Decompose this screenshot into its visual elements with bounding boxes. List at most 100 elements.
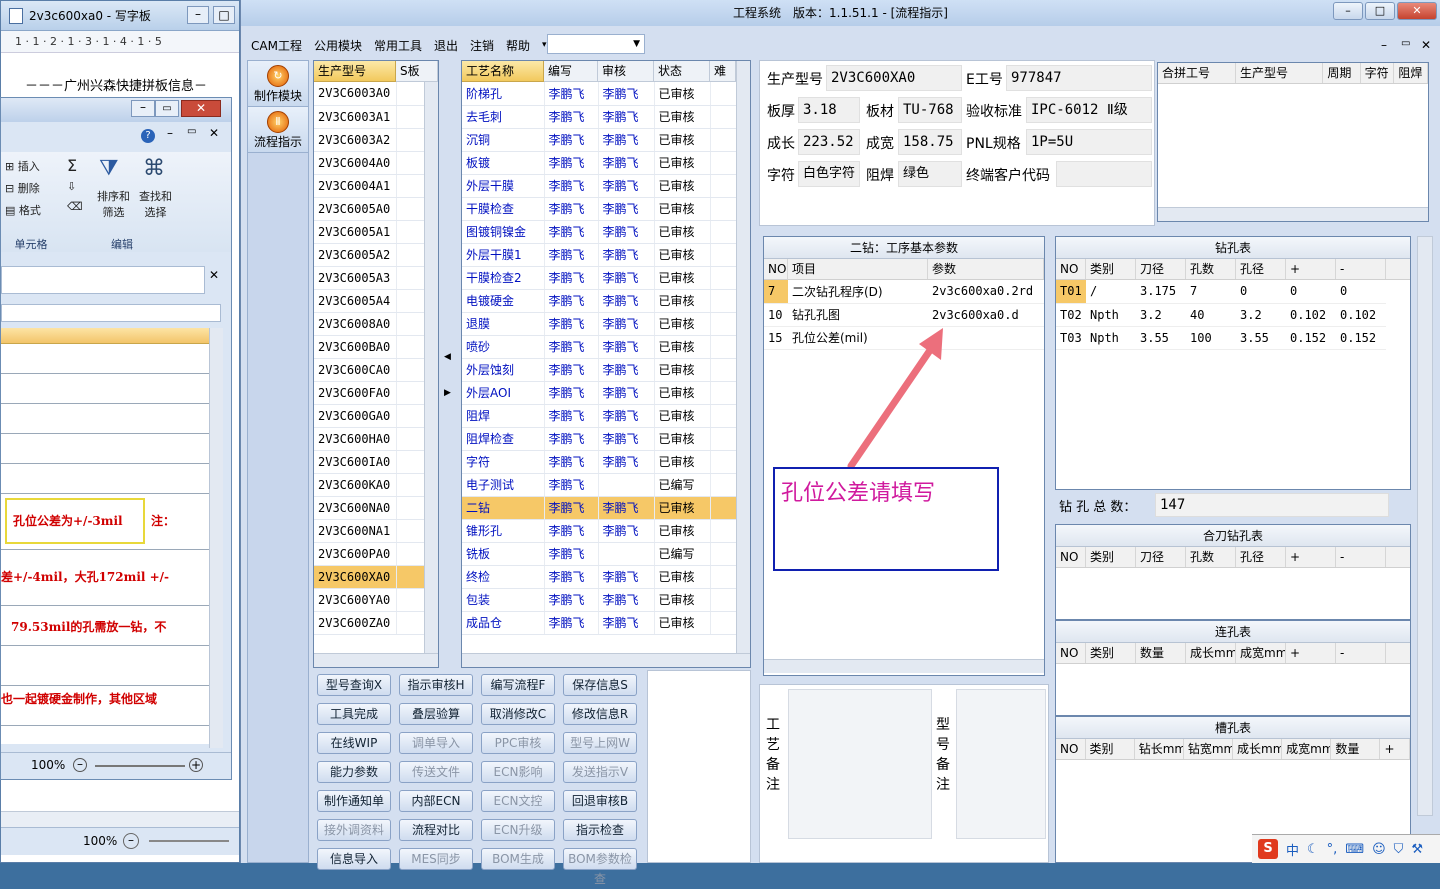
- close-pane-icon[interactable]: ✕: [209, 268, 219, 282]
- menu-item-4[interactable]: 注销: [470, 37, 494, 54]
- column-header[interactable]: 参数: [928, 259, 1044, 279]
- table-row[interactable]: 2V3C600BA0: [314, 335, 425, 359]
- column-header[interactable]: 类别: [1086, 259, 1136, 279]
- column-header[interactable]: -: [1336, 643, 1386, 663]
- action-button[interactable]: ECN影响: [481, 761, 555, 783]
- table-row[interactable]: 2V3C600FA0: [314, 381, 425, 405]
- column-header[interactable]: 成长mm: [1186, 643, 1236, 663]
- table-row[interactable]: 终检 李鹏飞 李鹏飞 已审核: [462, 565, 737, 589]
- char-field[interactable]: 白色字符: [798, 161, 860, 187]
- table-row[interactable]: 铣板 李鹏飞 已编写: [462, 542, 737, 566]
- table-row[interactable]: 锥形孔 李鹏飞 李鹏飞 已审核: [462, 519, 737, 543]
- column-header[interactable]: 成长mm: [1233, 739, 1283, 759]
- zoom-slider[interactable]: [95, 765, 185, 767]
- action-button[interactable]: 型号查询X: [317, 674, 391, 696]
- mdi-minimize-icon[interactable]: –: [1381, 38, 1387, 52]
- column-header[interactable]: 成宽mm: [1236, 643, 1286, 663]
- sheet-area[interactable]: 孔位公差为+/-3mil 注： 差+/-4mil，大孔172mil +/- 79…: [1, 344, 209, 744]
- table-row[interactable]: 2V3C6004A0: [314, 151, 425, 175]
- moon-icon[interactable]: ☾: [1307, 842, 1319, 857]
- model-note-area[interactable]: [956, 689, 1046, 839]
- wrench-icon[interactable]: ⚒: [1411, 842, 1423, 857]
- table-row[interactable]: 外层干膜1 李鹏飞 李鹏飞 已审核: [462, 243, 737, 267]
- action-button[interactable]: 能力参数: [317, 761, 391, 783]
- zoom-out-icon[interactable]: –: [73, 758, 87, 772]
- zoom-in-icon[interactable]: +: [189, 758, 203, 772]
- table-row[interactable]: 二钻 李鹏飞 李鹏飞 已审核: [462, 496, 737, 520]
- column-header[interactable]: +: [1286, 643, 1336, 663]
- action-button[interactable]: PPC审核: [481, 732, 555, 754]
- splitter[interactable]: ◀ ▶: [441, 60, 459, 668]
- table-row[interactable]: 沉铜 李鹏飞 李鹏飞 已审核: [462, 128, 737, 152]
- table-row[interactable]: 阻焊检查 李鹏飞 李鹏飞 已审核: [462, 427, 737, 451]
- action-button[interactable]: 发送指示V: [563, 761, 637, 783]
- s-col-header[interactable]: S板: [396, 61, 438, 82]
- table-row[interactable]: 板镀 李鹏飞 李鹏飞 已审核: [462, 151, 737, 175]
- insert-button[interactable]: ⊞ 插入: [5, 158, 40, 174]
- prod-field[interactable]: 2V3C600XA0: [826, 65, 962, 91]
- table-row[interactable]: 2V3C600IA0: [314, 450, 425, 474]
- minimize-button[interactable]: –: [187, 6, 209, 24]
- find-select-button[interactable]: 查找和 选择: [139, 188, 172, 220]
- column-header[interactable]: NO: [1056, 547, 1086, 567]
- menu-item-5[interactable]: 帮助: [506, 37, 530, 54]
- column-header[interactable]: 阻焊: [1394, 63, 1428, 83]
- column-header[interactable]: 字符: [1361, 63, 1395, 83]
- delete-button[interactable]: ⊟ 删除: [5, 180, 40, 196]
- column-header[interactable]: 周期: [1323, 63, 1361, 83]
- ribbon-close-icon[interactable]: ✕: [209, 126, 219, 140]
- format-button[interactable]: ▤ 格式: [5, 202, 41, 218]
- column-header[interactable]: 数量: [1136, 643, 1186, 663]
- std-field[interactable]: IPC-6012 Ⅱ级: [1026, 97, 1152, 123]
- sum-icon[interactable]: Σ: [67, 156, 77, 175]
- nav-process-guide[interactable]: Ⅱ 流程指示: [248, 107, 308, 153]
- action-button[interactable]: 流程对比: [399, 819, 473, 841]
- model-hscroll[interactable]: [314, 653, 438, 667]
- process-col-header[interactable]: 难: [710, 61, 736, 82]
- action-button[interactable]: BOM参数检查: [563, 848, 637, 886]
- column-header[interactable]: -: [1336, 547, 1386, 567]
- process-hscroll[interactable]: [462, 653, 750, 667]
- column-header[interactable]: 类别: [1086, 739, 1135, 759]
- table-row[interactable]: 2V3C6005A4: [314, 289, 425, 313]
- column-header[interactable]: NO: [1056, 643, 1086, 663]
- action-button[interactable]: 信息导入: [317, 848, 391, 870]
- maximize-button[interactable]: □: [213, 6, 235, 24]
- column-header[interactable]: 生产型号: [1236, 63, 1324, 83]
- minimize-button[interactable]: –: [1333, 2, 1363, 20]
- wordpad-titlebar[interactable]: 2v3c600xa0 - 写字板 – □: [1, 1, 239, 31]
- menu-dropdown[interactable]: ▼: [547, 34, 645, 54]
- action-button[interactable]: 内部ECN: [399, 790, 473, 812]
- action-button[interactable]: 接外调资料: [317, 819, 391, 841]
- table-row[interactable]: 电镀硬金 李鹏飞 李鹏飞 已审核: [462, 289, 737, 313]
- action-button[interactable]: 型号上网W: [563, 732, 637, 754]
- table-row[interactable]: 2V3C6004A1: [314, 174, 425, 198]
- punct-icon[interactable]: °,: [1327, 842, 1338, 857]
- column-header[interactable]: 孔径: [1236, 259, 1286, 279]
- column-header[interactable]: 刀径: [1136, 547, 1186, 567]
- table-row[interactable]: 喷砂 李鹏飞 李鹏飞 已审核: [462, 335, 737, 359]
- column-header[interactable]: 成宽mm: [1282, 739, 1332, 759]
- ime-chinese[interactable]: 中: [1286, 840, 1299, 859]
- table-row[interactable]: 2V3C600NA0: [314, 496, 425, 520]
- excel-namebox[interactable]: [1, 266, 205, 294]
- table-row[interactable]: T02 Npth 3.2 40 3.2 0.102 0.102: [1056, 303, 1386, 327]
- table-row[interactable]: 2V3C600YA0: [314, 588, 425, 612]
- column-header[interactable]: 项目: [788, 259, 928, 279]
- mdi-restore-icon[interactable]: ▭: [1401, 38, 1410, 49]
- process-col-header[interactable]: 编写: [544, 61, 598, 82]
- table-row[interactable]: 7 二次钻孔程序(D) 2v3c600xa0.2rd: [764, 280, 1044, 304]
- menu-overflow-icon[interactable]: ▾: [542, 40, 547, 50]
- table-row[interactable]: 退膜 李鹏飞 李鹏飞 已审核: [462, 312, 737, 336]
- column-header[interactable]: 孔数: [1186, 547, 1236, 567]
- table-row[interactable]: 2V3C600HA0: [314, 427, 425, 451]
- ribbon-restore-icon[interactable]: ▭: [187, 126, 196, 137]
- table-row[interactable]: 阶梯孔 李鹏飞 李鹏飞 已审核: [462, 82, 737, 106]
- column-header[interactable]: 孔径: [1236, 547, 1286, 567]
- table-row[interactable]: 外层蚀刻 李鹏飞 李鹏飞 已审核: [462, 358, 737, 382]
- table-row[interactable]: 包装 李鹏飞 李鹏飞 已审核: [462, 588, 737, 612]
- action-button[interactable]: 指示审核H: [399, 674, 473, 696]
- action-button[interactable]: 调单导入: [399, 732, 473, 754]
- table-row[interactable]: 干膜检查 李鹏飞 李鹏飞 已审核: [462, 197, 737, 221]
- menu-item-2[interactable]: 常用工具: [374, 37, 422, 54]
